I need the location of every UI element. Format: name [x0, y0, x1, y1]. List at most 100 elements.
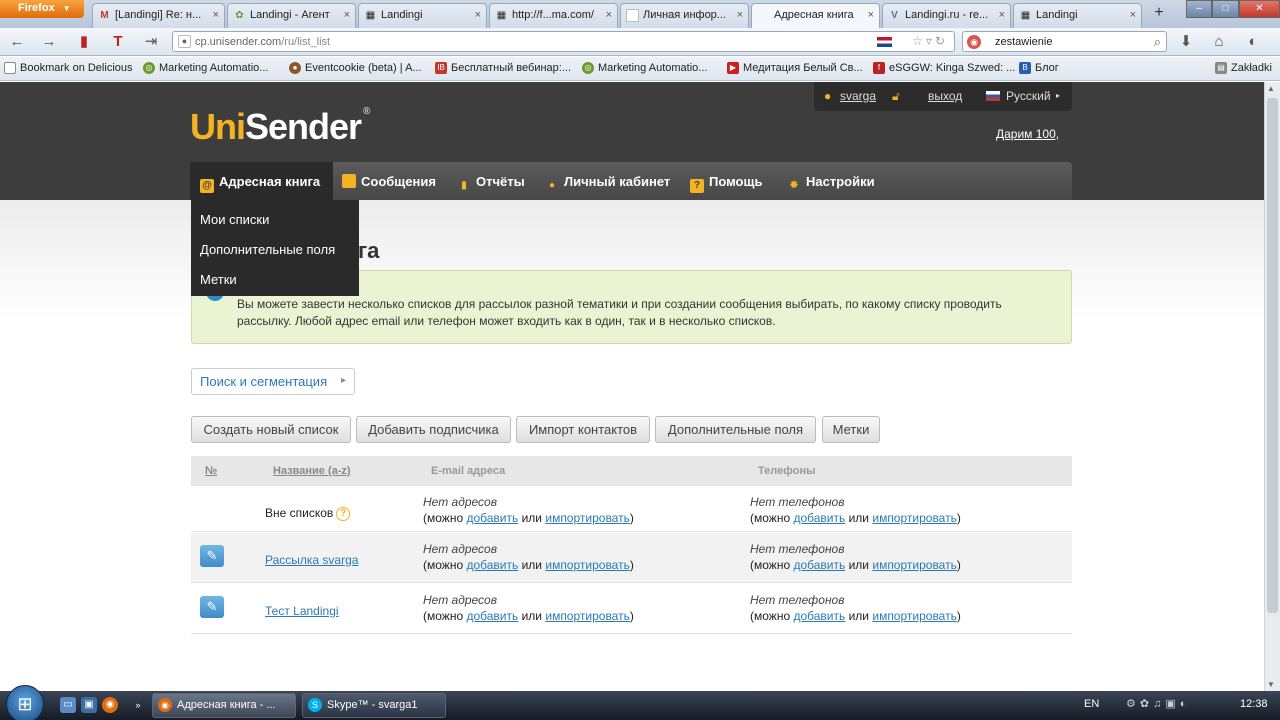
- tab-landingi-2[interactable]: ▦ Landingi ×: [1013, 3, 1142, 28]
- import-contacts-button[interactable]: Импорт контактов: [516, 416, 650, 443]
- import-link[interactable]: импортировать: [872, 558, 956, 572]
- search-input[interactable]: ◉ zestawienie ⌕: [962, 31, 1167, 52]
- tab-address-book[interactable]: Адресная книга ×: [751, 3, 880, 29]
- toolbar-t-icon[interactable]: T: [107, 32, 129, 52]
- promo-link[interactable]: Дарим 100,: [996, 127, 1059, 141]
- close-icon[interactable]: ×: [606, 9, 612, 21]
- share-icon[interactable]: ⇥: [140, 32, 162, 52]
- search-segmentation-button[interactable]: Поиск и сегментация ▸: [191, 368, 355, 395]
- language-selector[interactable]: Русский: [1006, 89, 1051, 103]
- language-indicator[interactable]: EN: [1084, 698, 1099, 710]
- extra-fields-button[interactable]: Дополнительные поля: [655, 416, 816, 443]
- add-subscriber-button[interactable]: Добавить подписчика: [356, 416, 511, 443]
- tray-icons[interactable]: ⚙✿♫▣◐: [1126, 697, 1190, 710]
- import-link[interactable]: импортировать: [545, 609, 629, 623]
- new-tab-button[interactable]: +: [1147, 4, 1171, 26]
- submenu-extra-fields[interactable]: Дополнительные поля: [200, 242, 335, 257]
- marketing-icon: ◎: [143, 62, 155, 74]
- tab-landingi[interactable]: ▦ Landingi ×: [358, 3, 487, 28]
- scroll-up-icon[interactable]: ▲: [1267, 84, 1275, 93]
- bookmark-item[interactable]: ◎ Marketing Automatio...: [582, 62, 707, 74]
- nav-help[interactable]: ? Помощь: [690, 162, 762, 200]
- add-link[interactable]: добавить: [466, 609, 518, 623]
- firefox-icon[interactable]: ◉: [102, 697, 118, 713]
- url-tools-icons[interactable]: ☆▿↻: [912, 34, 948, 48]
- nav-settings[interactable]: ✹ Настройки: [787, 162, 875, 200]
- tags-button[interactable]: Метки: [822, 416, 880, 443]
- task-skype[interactable]: S Skype™ - svarga1: [302, 693, 446, 718]
- col-number[interactable]: №: [205, 465, 217, 477]
- submenu-tags[interactable]: Метки: [200, 272, 237, 287]
- task-firefox[interactable]: ◉ Адресная книга - ...: [152, 693, 296, 718]
- bookmark-item[interactable]: Bookmark on Delicious: [4, 62, 133, 74]
- bookmark-item[interactable]: IB Бесплатный вебинар:...: [435, 62, 571, 74]
- bookmark-book-icon[interactable]: ▮: [73, 32, 95, 52]
- back-button[interactable]: ←: [6, 32, 28, 52]
- search-icon[interactable]: ⌕: [1154, 34, 1161, 50]
- forward-button[interactable]: →: [38, 32, 60, 52]
- scroll-down-icon[interactable]: ▼: [1267, 680, 1275, 689]
- question-icon[interactable]: ?: [336, 507, 351, 521]
- search-engine-icon[interactable]: ◉: [967, 35, 981, 49]
- bookmark-item[interactable]: ▶ Медитация Белый Св...: [727, 62, 863, 74]
- col-name[interactable]: Название (а-z): [273, 465, 351, 477]
- addon-icon[interactable]: ◐: [1242, 32, 1264, 52]
- logout-link[interactable]: выход: [928, 89, 962, 103]
- start-button[interactable]: ⊞: [6, 685, 44, 720]
- close-window-button[interactable]: ✕: [1238, 0, 1280, 18]
- close-icon[interactable]: ×: [1130, 9, 1136, 21]
- import-link[interactable]: импортировать: [872, 511, 956, 525]
- bookmark-item[interactable]: f eSGGW: Kinga Szwed: ...: [873, 62, 1015, 74]
- add-link[interactable]: добавить: [793, 609, 845, 623]
- nav-address-book[interactable]: @ Адресная книга: [190, 162, 333, 200]
- add-link[interactable]: добавить: [466, 558, 518, 572]
- tab-personal-info[interactable]: Личная инфор... ×: [620, 3, 749, 28]
- home-icon[interactable]: ⌂: [1208, 32, 1230, 52]
- firefox-menu-button[interactable]: Firefox ▼: [0, 0, 84, 18]
- tab-landingi-gmail[interactable]: M [Landingi] Re: н... ×: [92, 3, 225, 28]
- lock-icon[interactable]: 🔓︎: [892, 89, 900, 104]
- list-name-link[interactable]: Тест Landingi: [265, 604, 339, 618]
- user-name-link[interactable]: svarga: [840, 89, 876, 103]
- unisender-logo[interactable]: UniSender ®: [190, 106, 370, 148]
- bookmark-item[interactable]: ◎ Marketing Automatio...: [143, 62, 268, 74]
- download-icon[interactable]: ⬇: [1175, 32, 1197, 52]
- import-link[interactable]: импортировать: [545, 511, 629, 525]
- show-desktop-icon[interactable]: ▭: [60, 697, 76, 713]
- tab-landingi-ru[interactable]: V Landingi.ru - re... ×: [882, 3, 1011, 28]
- switch-windows-icon[interactable]: ▣: [81, 697, 97, 713]
- tab-fma[interactable]: ▦ http://f...ma.com/×: [489, 3, 618, 28]
- chevron-double-icon[interactable]: »: [130, 697, 146, 713]
- nav-account[interactable]: ● Личный кабинет: [545, 162, 670, 200]
- close-icon[interactable]: ×: [999, 9, 1005, 21]
- close-icon[interactable]: ×: [344, 9, 350, 21]
- import-link[interactable]: импортировать: [872, 609, 956, 623]
- close-icon[interactable]: ×: [737, 9, 743, 21]
- site-header: UniSender ® ● svarga 🔓︎ выход Русский ▸ Д…: [0, 82, 1264, 320]
- submenu-my-lists[interactable]: Мои списки: [200, 212, 269, 227]
- minimize-button[interactable]: –: [1186, 0, 1213, 18]
- maximize-button[interactable]: □: [1212, 0, 1239, 18]
- clock[interactable]: 12:38: [1240, 698, 1268, 710]
- bookmark-item[interactable]: B Блог: [1019, 62, 1059, 74]
- add-link[interactable]: добавить: [793, 511, 845, 525]
- tab-landingi-agent[interactable]: ✿ Landingi - Агент ×: [227, 3, 356, 28]
- page-scrollbar[interactable]: ▲ ▼: [1264, 82, 1280, 691]
- nav-reports[interactable]: ▮ Отчёты: [457, 162, 525, 200]
- close-icon[interactable]: ×: [868, 9, 874, 21]
- close-icon[interactable]: ×: [213, 9, 219, 21]
- add-link[interactable]: добавить: [466, 511, 518, 525]
- edit-icon[interactable]: ✎: [200, 545, 224, 567]
- url-bar[interactable]: ● cp.unisender.com/ru/list_list ☆▿↻: [172, 31, 955, 52]
- import-link[interactable]: импортировать: [545, 558, 629, 572]
- create-list-button[interactable]: Создать новый список: [191, 416, 351, 443]
- edit-icon[interactable]: ✎: [200, 596, 224, 618]
- bookmark-item[interactable]: ● Eventcookie (beta) | A...: [289, 62, 422, 74]
- list-name-link[interactable]: Рассылка svarga: [265, 553, 358, 567]
- russia-flag-icon: [986, 91, 1000, 101]
- close-icon[interactable]: ×: [475, 9, 481, 21]
- nav-messages[interactable]: Сообщения: [342, 162, 436, 200]
- bookmarks-folder[interactable]: ▤ Zakładki: [1215, 62, 1272, 74]
- scroll-thumb[interactable]: [1267, 98, 1278, 613]
- add-link[interactable]: добавить: [793, 558, 845, 572]
